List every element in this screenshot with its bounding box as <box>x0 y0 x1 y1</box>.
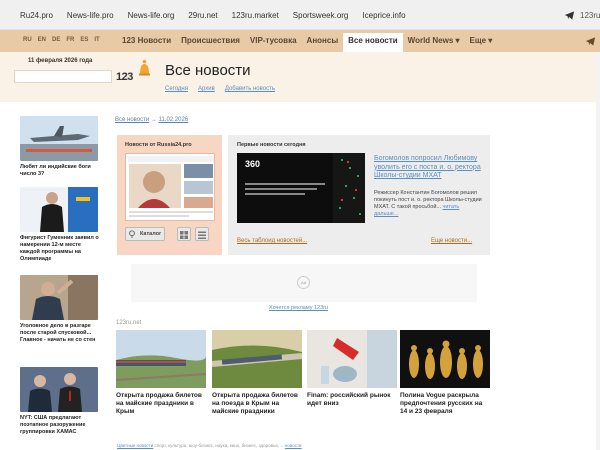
breadcrumb: Все новости → 11.02.2026 <box>115 117 188 123</box>
first-news-lead: Режиссер Константин Богомолов решил поки… <box>374 190 482 210</box>
first-news-headline[interactable]: Богомолов попросил Любимову уволить его … <box>374 155 484 181</box>
news-caption[interactable]: Фигурист Гуменник заявил о намерении 12-… <box>20 235 100 263</box>
news-thumbnail[interactable] <box>20 275 98 320</box>
partner-link[interactable]: Sportsweek.org <box>293 11 349 20</box>
lang-fr[interactable]: FR <box>66 37 74 43</box>
news-caption[interactable]: Уголовное дело в разгаре после старой сп… <box>20 323 100 344</box>
all-news-link[interactable]: Весь таблоид новостей... <box>237 238 307 244</box>
section-label: 123ru.net <box>116 320 142 326</box>
news-thumbnail[interactable] <box>20 116 98 161</box>
breadcrumb-current[interactable]: 11.02.2026 <box>159 117 189 123</box>
lang-it[interactable]: IT <box>94 37 99 43</box>
tags-highlight[interactable]: Цветные новости <box>117 443 153 448</box>
russia24-block: Новости от Russia24.pro Каталог <box>117 135 222 255</box>
site-logo[interactable]: 123 <box>116 59 152 87</box>
list-view-button[interactable] <box>195 227 209 241</box>
nav-item-all-news[interactable]: Все новости <box>343 33 403 52</box>
telegram-icon[interactable] <box>585 36 596 47</box>
subnav-today[interactable]: Сегодня <box>165 86 188 92</box>
russia24-heading: Новости от Russia24.pro <box>125 142 192 148</box>
news-card-caption[interactable]: Полина Vogue раскрыла предпочтения русск… <box>400 392 490 416</box>
tags-line: Цветные новости спорт, культура, шоу-биз… <box>117 443 302 448</box>
current-date: 11 февраля 2026 года <box>28 58 93 64</box>
first-news-heading: Первые новости сегодня <box>237 142 306 148</box>
breadcrumb-root[interactable]: Все новости <box>115 117 149 123</box>
nav-item-incidents[interactable]: Происшествия <box>176 36 245 51</box>
partner-links: Ru24.pro News-life.pro News-life.org 29r… <box>20 11 406 20</box>
partner-topbar: Ru24.pro News-life.pro News-life.org 29r… <box>0 0 600 30</box>
breadcrumb-separator: → <box>149 117 159 123</box>
news-card-caption[interactable]: Finam: российский рынок идет вниз <box>307 392 397 408</box>
news-card-caption[interactable]: Открыта продажа билетов на майские празд… <box>116 392 206 416</box>
sidebar-news-item[interactable]: NYT: США предлагают поэтапное разоружени… <box>20 367 100 436</box>
partner-link[interactable]: 29ru.net <box>188 11 217 20</box>
main-nav: RU EN DE FR ES IT 123 Новости Происшеств… <box>0 30 600 52</box>
news-card[interactable]: Открыта продажа билетов на майские празд… <box>116 330 206 416</box>
news-card[interactable]: Полина Vogue раскрыла предпочтения русск… <box>400 330 490 416</box>
lang-es[interactable]: ES <box>80 37 88 43</box>
page-title: Все новости <box>165 62 251 79</box>
bell-logo-icon <box>139 59 150 76</box>
site-label[interactable]: 123ru <box>580 11 600 20</box>
news-caption[interactable]: NYT: США предлагают поэтапное разоружени… <box>20 415 100 436</box>
nav-item-world-news[interactable]: World News ▾ <box>403 36 465 51</box>
news-card-image[interactable] <box>212 330 302 388</box>
lang-en[interactable]: EN <box>38 37 46 43</box>
telegram-icon[interactable] <box>564 10 575 21</box>
subnav-add-news[interactable]: Добавить новость <box>225 86 275 92</box>
search-input[interactable] <box>14 70 112 83</box>
subnav-archive[interactable]: Архив <box>198 86 215 92</box>
partner-link[interactable]: Ru24.pro <box>20 11 53 20</box>
scrollbar[interactable] <box>596 52 600 450</box>
first-news-text: Режиссер Константин Богомолов решил поки… <box>374 190 484 218</box>
partner-link[interactable]: News-life.pro <box>67 11 114 20</box>
nav-item-more[interactable]: Еще ▾ <box>465 36 498 51</box>
news-thumbnail[interactable] <box>20 187 98 232</box>
news-thumbnail[interactable] <box>20 367 98 412</box>
news-card[interactable]: Открыта продажа билетов на поезда в Крым… <box>212 330 302 416</box>
page-header: 11 февраля 2026 года 123 Все новости Сег… <box>0 52 600 102</box>
catalog-label: Каталог <box>140 231 162 237</box>
news-card-image[interactable] <box>307 330 397 388</box>
language-switcher: RU EN DE FR ES IT <box>23 37 100 43</box>
video-brand-label: 360 <box>245 159 261 169</box>
grid-view-button[interactable] <box>177 227 191 241</box>
first-news-block: Первые новости сегодня 360 Богомолов поп… <box>228 135 490 255</box>
nav-item-123-news[interactable]: 123 Новости <box>117 36 176 51</box>
nav-items: 123 Новости Происшествия VIP-тусовка Ано… <box>117 33 498 52</box>
sidebar-news-item[interactable]: Уголовное дело в разгаре после старой сп… <box>20 275 100 344</box>
list-icon <box>198 231 206 239</box>
ad-block[interactable]: Ad <box>131 264 477 302</box>
ad-link[interactable]: Хочется рекламу 123ru <box>269 305 328 311</box>
grid-icon <box>180 231 188 239</box>
tags-tail[interactable]: новости <box>285 443 302 448</box>
nav-item-announcements[interactable]: Анонсы <box>302 36 344 51</box>
news-card[interactable]: Finam: российский рынок идет вниз <box>307 330 397 408</box>
sidebar-news-item[interactable]: Любят ли индийские боги число 3? <box>20 116 100 178</box>
news-card-caption[interactable]: Открыта продажа билетов на поезда в Крым… <box>212 392 302 416</box>
logo-text: 123 <box>116 71 133 83</box>
partner-link[interactable]: Iceprice.info <box>362 11 405 20</box>
lang-de[interactable]: DE <box>52 37 60 43</box>
news-card-image[interactable] <box>116 330 206 388</box>
lang-ru[interactable]: RU <box>23 37 32 43</box>
news-caption[interactable]: Любят ли индийские боги число 3? <box>20 164 100 178</box>
video-preview[interactable]: 360 <box>237 153 365 223</box>
news-card-image[interactable] <box>400 330 490 388</box>
location-pin-icon <box>129 230 135 238</box>
russia24-preview[interactable] <box>125 153 215 221</box>
partner-link[interactable]: News-life.org <box>128 11 175 20</box>
partner-link[interactable]: 123ru.market <box>232 11 279 20</box>
nav-item-vip[interactable]: VIP-тусовка <box>245 36 302 51</box>
more-news-link[interactable]: Еще новости... <box>431 238 472 244</box>
sub-navigation: Сегодня Архив Добавить новость <box>165 86 275 92</box>
tags-rest: спорт, культура, шоу-бизнес, наука, кино… <box>153 443 285 448</box>
sidebar-news-item[interactable]: Фигурист Гуменник заявил о намерении 12-… <box>20 187 100 263</box>
ad-badge: Ad <box>297 276 310 289</box>
